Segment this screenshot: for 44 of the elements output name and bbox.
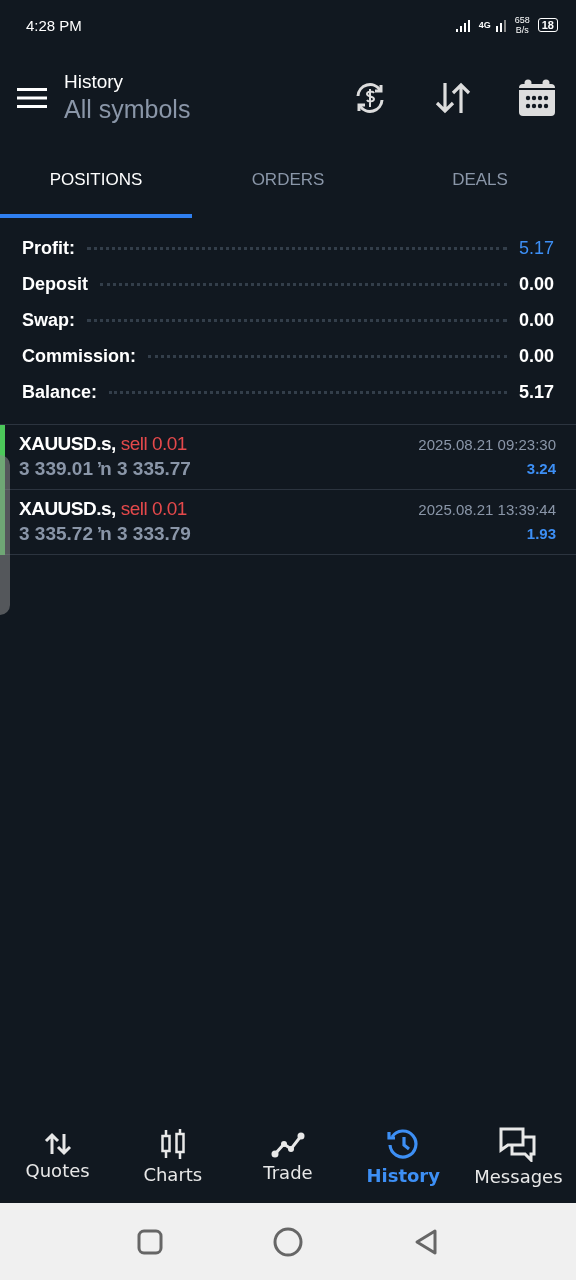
nav-item[interactable]: Quotes xyxy=(0,1132,116,1181)
position-time: 2025.08.21 09:23:30 xyxy=(418,436,556,453)
status-time: 4:28 PM xyxy=(26,16,82,34)
back-icon[interactable] xyxy=(413,1227,439,1256)
up-down-arrows-icon xyxy=(43,1132,72,1156)
nav-item[interactable]: Messages xyxy=(460,1126,576,1187)
summary-label: Balance: xyxy=(22,381,98,403)
tab[interactable]: POSITIONS xyxy=(0,145,192,218)
symbol-filter[interactable]: All symbols xyxy=(64,95,352,124)
position-profit: 3.24 xyxy=(526,460,556,477)
position-title: XAUUSD.s, sell 0.01 xyxy=(19,433,187,454)
summary-label: Swap: xyxy=(22,309,75,331)
recent-apps-icon[interactable] xyxy=(137,1228,163,1255)
tab[interactable]: DEALS xyxy=(384,145,576,218)
summary-value: 0.00 xyxy=(518,345,554,367)
menu-icon[interactable] xyxy=(17,86,47,109)
sort-icon[interactable] xyxy=(434,80,472,115)
history-icon xyxy=(386,1127,421,1161)
chat-bubbles-icon xyxy=(498,1126,539,1162)
network-label: 4G xyxy=(478,20,491,30)
tab[interactable]: ORDERS xyxy=(192,145,384,218)
signal-icon xyxy=(494,18,507,32)
summary-label: Profit: xyxy=(22,237,75,259)
summary-label: Deposit xyxy=(22,273,88,295)
summary-label: Commission: xyxy=(22,345,136,367)
battery-indicator: 18 xyxy=(537,18,558,32)
summary-value: 0.00 xyxy=(518,273,554,295)
calendar-icon[interactable] xyxy=(518,78,556,117)
summary-value: 0.00 xyxy=(518,309,554,331)
candlestick-icon xyxy=(158,1128,187,1160)
home-icon[interactable] xyxy=(273,1226,303,1257)
price-range: 3 335.72 ŉ 3 333.79 xyxy=(19,523,191,544)
line-chart-icon xyxy=(271,1130,305,1158)
position-profit: 1.93 xyxy=(526,525,556,542)
position-title: XAUUSD.s, sell 0.01 xyxy=(19,498,187,519)
nav-item[interactable]: History xyxy=(345,1127,461,1186)
nav-item[interactable]: Charts xyxy=(115,1128,231,1185)
network-speed: 658 B/s xyxy=(514,15,530,35)
price-range: 3 339.01 ŉ 3 335.77 xyxy=(19,458,191,479)
page-title: History xyxy=(64,71,125,93)
position-time: 2025.08.21 13:39:44 xyxy=(418,501,556,518)
summary-value: 5.17 xyxy=(518,237,554,259)
summary-value: 5.17 xyxy=(518,381,554,403)
nav-item[interactable]: Trade xyxy=(230,1130,346,1183)
